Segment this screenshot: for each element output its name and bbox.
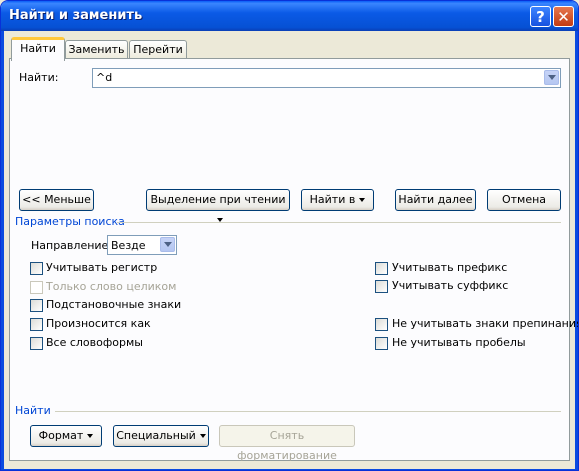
match-suffix-checkbox[interactable] — [375, 280, 388, 293]
direction-dropdown-icon[interactable] — [160, 237, 175, 252]
sounds-like-label: Произносится как — [46, 317, 151, 330]
find-in-button[interactable]: Найти в — [301, 189, 374, 211]
whole-word-label: Только слово целиком — [46, 280, 177, 293]
wildcards-label: Подстановочные знаки — [46, 298, 182, 311]
tab-panel — [9, 58, 570, 461]
less-button[interactable]: << Меньше — [19, 189, 94, 211]
window-border-right — [575, 31, 578, 470]
chevron-down-icon — [359, 198, 366, 202]
sounds-like-checkbox[interactable] — [30, 318, 43, 331]
window-border-left — [1, 31, 4, 470]
find-next-button[interactable]: Найти далее — [395, 189, 476, 211]
find-label: Найти: — [19, 71, 59, 84]
tab-replace-label: Заменить — [68, 43, 125, 56]
tab-goto[interactable]: Перейти — [129, 40, 187, 60]
find-history-dropdown-icon[interactable] — [544, 70, 559, 85]
whole-word-checkbox[interactable] — [30, 281, 43, 294]
find-in-label: Найти в — [309, 193, 356, 206]
all-word-forms-checkbox[interactable] — [30, 337, 43, 350]
find-input[interactable]: ^d — [92, 68, 561, 88]
close-button[interactable]: ✕ — [553, 6, 574, 27]
clear-formatting-label: Снять форматирование — [237, 429, 337, 462]
reading-highlight-label: Выделение при чтении — [150, 193, 286, 206]
direction-value: Везде — [111, 239, 146, 252]
ignore-punctuation-checkbox[interactable] — [375, 318, 388, 331]
clear-formatting-button[interactable]: Снять форматирование — [219, 425, 355, 462]
format-button[interactable]: Формат — [30, 425, 102, 447]
search-options-divider — [117, 222, 561, 223]
ignore-whitespace-label: Не учитывать пробелы — [392, 336, 526, 349]
title-bar[interactable]: Найти и заменить ? ✕ — [1, 1, 578, 31]
cancel-button[interactable]: Отмена — [487, 189, 561, 211]
tab-replace[interactable]: Заменить — [65, 40, 128, 60]
help-button[interactable]: ? — [530, 6, 551, 27]
match-case-checkbox[interactable] — [30, 262, 43, 275]
match-suffix-label: Учитывать суффикс — [392, 279, 509, 292]
window-title: Найти и заменить — [9, 8, 143, 23]
cancel-label: Отмена — [501, 193, 547, 206]
find-section-title: Найти — [15, 404, 51, 417]
find-input-value: ^d — [96, 71, 113, 84]
special-button[interactable]: Специальный — [113, 425, 209, 447]
ignore-whitespace-checkbox[interactable] — [375, 337, 388, 350]
format-label: Формат — [38, 429, 84, 442]
less-button-label: << Меньше — [22, 193, 91, 206]
direction-select[interactable]: Везде — [107, 235, 177, 255]
match-prefix-checkbox[interactable] — [375, 262, 388, 275]
find-replace-dialog: Найти и заменить ? ✕ Найти Заменить Пере… — [0, 0, 579, 471]
reading-highlight-button[interactable]: Выделение при чтении — [146, 189, 290, 222]
direction-label: Направление: — [31, 239, 113, 252]
search-options-title: Параметры поиска — [15, 215, 125, 228]
match-prefix-label: Учитывать префикс — [392, 261, 508, 274]
wildcards-checkbox[interactable] — [30, 299, 43, 312]
find-next-label: Найти далее — [398, 193, 473, 206]
find-section-divider — [55, 411, 561, 412]
tab-find[interactable]: Найти — [11, 37, 65, 61]
chevron-down-icon — [199, 434, 206, 438]
all-word-forms-label: Все словоформы — [46, 336, 143, 349]
ignore-punctuation-label: Не учитывать знаки препинания — [392, 317, 579, 330]
match-case-label: Учитывать регистр — [46, 261, 158, 274]
tab-find-label: Найти — [20, 42, 56, 55]
tab-goto-label: Перейти — [133, 43, 183, 56]
chevron-down-icon — [87, 434, 94, 438]
special-label: Специальный — [116, 429, 196, 442]
